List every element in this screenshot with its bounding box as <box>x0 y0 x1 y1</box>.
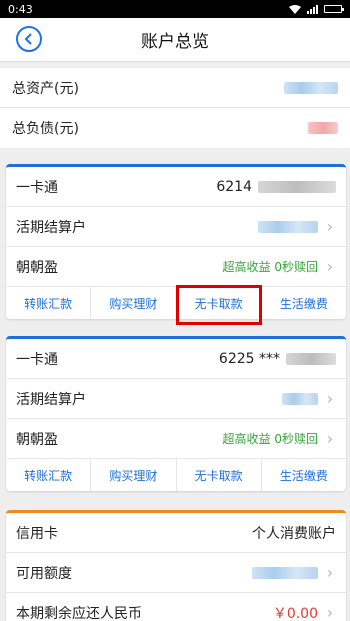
credit-row-label: 本期剩余应还人民币 <box>16 605 142 621</box>
card-number: 6214 <box>216 178 252 195</box>
card-number: 6225 *** <box>218 350 280 367</box>
due-amount: ￥0.00 <box>272 605 318 621</box>
promo-text: 超高收益 0秒赎回 <box>222 432 318 446</box>
highlight-box <box>176 285 262 325</box>
card-title: 一卡通 <box>16 351 58 368</box>
total-liabilities-value <box>308 122 338 134</box>
card-title: 一卡通 <box>16 179 58 196</box>
buy-wealth-button[interactable]: 购买理财 <box>91 287 177 319</box>
total-assets-label: 总资产(元) <box>12 80 79 97</box>
credit-row-due[interactable]: 本期剩余应还人民币 ￥0.00 › <box>6 593 346 621</box>
chevron-right-icon: › <box>326 563 334 582</box>
card-row-zhaozhaoying[interactable]: 朝朝盈 超高收益 0秒赎回 › <box>6 419 346 459</box>
status-bar: 0:43 <box>0 0 350 18</box>
credit-header-row[interactable]: 信用卡 个人消费账户 <box>6 513 346 553</box>
total-liabilities-label: 总负债(元) <box>12 121 79 137</box>
cardless-withdrawal-button[interactable]: 无卡取款 <box>177 459 262 491</box>
card-row-label: 活期结算户 <box>16 391 86 408</box>
chevron-right-icon: › <box>326 257 334 276</box>
card-row-label: 活期结算户 <box>16 219 86 236</box>
buy-wealth-button[interactable]: 购买理财 <box>91 459 177 491</box>
chevron-right-icon: › <box>326 603 334 621</box>
card-row-label: 朝朝盈 <box>16 259 58 276</box>
life-payment-button[interactable]: 生活缴费 <box>262 287 346 319</box>
wifi-icon <box>289 4 301 14</box>
total-assets-value <box>284 81 338 94</box>
account-card-2: 一卡通 6225 *** 活期结算户 › 朝朝盈 超高收益 0秒赎回 › 转账汇… <box>6 336 346 491</box>
current-balance-value <box>282 392 318 405</box>
card-header-row[interactable]: 一卡通 6214 <box>6 167 346 207</box>
available-limit-value <box>252 566 318 579</box>
chevron-right-icon: › <box>326 429 334 448</box>
transfer-button[interactable]: 转账汇款 <box>6 287 92 319</box>
credit-card: 信用卡 个人消费账户 可用额度 › 本期剩余应还人民币 ￥0.00 › <box>6 510 346 621</box>
card-number-masked <box>258 180 336 193</box>
transfer-button[interactable]: 转账汇款 <box>6 459 92 491</box>
battery-icon <box>324 5 344 13</box>
signal-icon <box>307 4 318 14</box>
credit-row-label: 可用额度 <box>16 565 72 582</box>
card-number-masked <box>286 352 336 365</box>
life-payment-button[interactable]: 生活缴费 <box>262 459 346 491</box>
promo-text: 超高收益 0秒赎回 <box>222 260 318 274</box>
card-row-current[interactable]: 活期结算户 › <box>6 379 346 419</box>
card-row-current[interactable]: 活期结算户 › <box>6 207 346 247</box>
card-header-row[interactable]: 一卡通 6225 *** <box>6 339 346 379</box>
total-assets-row[interactable]: 总资产(元) <box>0 68 350 108</box>
credit-row-limit[interactable]: 可用额度 › <box>6 553 346 593</box>
credit-title: 信用卡 <box>16 525 58 542</box>
nav-bar: 账户总览 <box>0 18 350 62</box>
chevron-right-icon: › <box>326 389 334 408</box>
page-title: 账户总览 <box>141 32 209 52</box>
back-icon[interactable] <box>16 26 42 52</box>
chevron-right-icon: › <box>326 217 334 236</box>
card-row-label: 朝朝盈 <box>16 431 58 448</box>
current-balance-value <box>258 220 318 233</box>
summary-section: 总资产(元) 总负债(元) <box>0 68 350 148</box>
card-row-zhaozhaoying[interactable]: 朝朝盈 超高收益 0秒赎回 › <box>6 247 346 287</box>
credit-type: 个人消费账户 <box>252 525 336 542</box>
status-time: 0:43 <box>8 2 33 16</box>
total-liabilities-row[interactable]: 总负债(元) <box>0 108 350 148</box>
card-actions: 转账汇款 购买理财 无卡取款 生活缴费 <box>6 459 346 491</box>
